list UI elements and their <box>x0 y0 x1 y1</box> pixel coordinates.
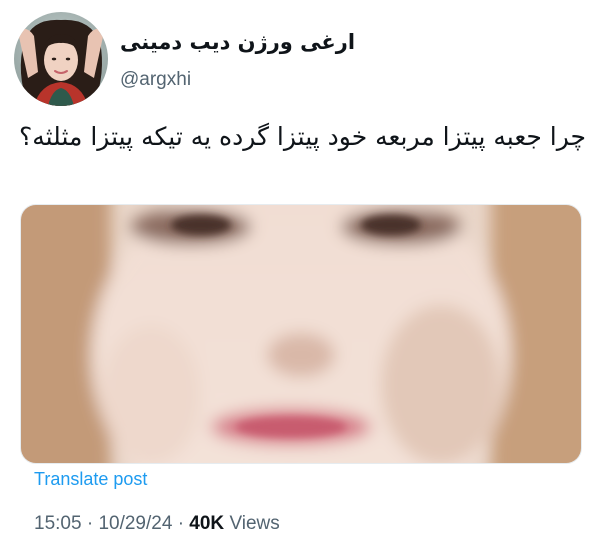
meta-separator: · <box>86 513 94 534</box>
tweet-date[interactable]: 10/29/24 <box>98 513 172 534</box>
views-count: 40K <box>189 513 225 534</box>
meta-separator: · <box>177 513 185 534</box>
tweet-text: چرا جعبه پیتزا مربعه خود پیتزا گرده یه ت… <box>18 122 586 151</box>
user-handle[interactable]: @argxhi <box>120 69 191 91</box>
profile-photo-icon <box>14 12 108 106</box>
blurred-face-photo-icon <box>21 205 581 463</box>
tweet-time[interactable]: 15:05 <box>34 513 82 534</box>
avatar[interactable] <box>14 12 108 106</box>
tweet-meta: 15:05 · 10/29/24 · 40K Views <box>34 513 280 535</box>
display-name[interactable]: ارغی ورژن دیب دمینی <box>120 30 355 54</box>
views-label: Views <box>229 513 280 534</box>
tweet-media-image[interactable] <box>20 204 582 464</box>
translate-post-link[interactable]: Translate post <box>34 469 147 490</box>
